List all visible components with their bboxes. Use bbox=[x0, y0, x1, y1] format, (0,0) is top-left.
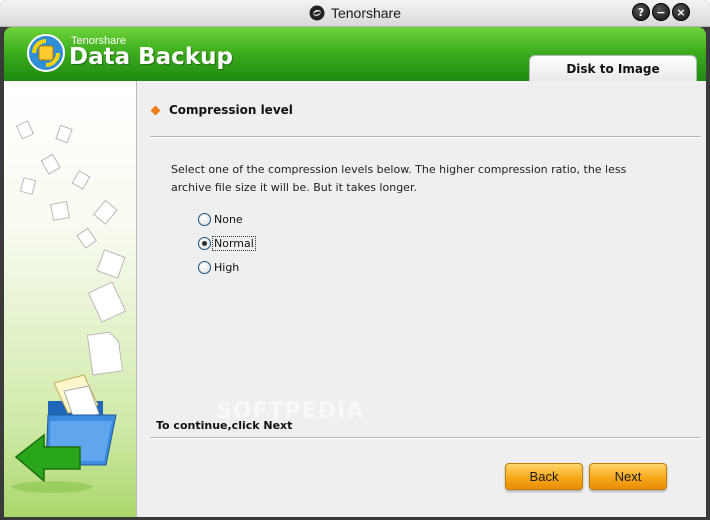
radio-option-normal[interactable]: Normal bbox=[198, 236, 256, 251]
diamond-bullet-icon bbox=[150, 105, 161, 115]
radio-button[interactable] bbox=[198, 261, 211, 274]
minimize-button[interactable]: − bbox=[652, 3, 670, 21]
document-icon bbox=[87, 281, 127, 323]
radio-button[interactable] bbox=[198, 237, 211, 250]
title-bar[interactable]: Tenorshare ? − × bbox=[0, 0, 710, 27]
divider bbox=[150, 437, 701, 439]
tab-disk-to-image[interactable]: Disk to Image bbox=[529, 55, 697, 81]
section-heading: Compression level bbox=[150, 103, 293, 117]
continue-instruction: To continue,click Next bbox=[156, 419, 293, 432]
document-icon bbox=[50, 201, 70, 221]
document-icon bbox=[86, 331, 124, 376]
section-title: Compression level bbox=[169, 103, 293, 117]
document-icon bbox=[71, 170, 91, 190]
document-icon bbox=[19, 177, 37, 195]
document-icon bbox=[93, 199, 118, 225]
radio-label[interactable]: None bbox=[213, 213, 244, 226]
radio-label[interactable]: Normal bbox=[212, 236, 256, 251]
document-icon bbox=[96, 249, 126, 279]
tenorshare-logo-icon bbox=[309, 5, 325, 21]
close-button[interactable]: × bbox=[672, 3, 690, 21]
app-window: Tenorshare ? − × Tenorshare Data Backup … bbox=[0, 0, 710, 520]
section-description: Select one of the compression levels bel… bbox=[171, 163, 627, 194]
radio-button[interactable] bbox=[198, 213, 211, 226]
help-button[interactable]: ? bbox=[632, 3, 650, 21]
document-icon bbox=[15, 120, 35, 140]
brand-product: Data Backup bbox=[69, 44, 233, 70]
document-icon bbox=[40, 153, 61, 175]
data-backup-logo-icon bbox=[27, 34, 65, 72]
sidebar-illustration bbox=[4, 81, 137, 517]
main-panel: Compression level Select one of the comp… bbox=[138, 81, 706, 517]
document-icon bbox=[76, 227, 98, 249]
radio-option-none[interactable]: None bbox=[198, 213, 244, 226]
back-button[interactable]: Back bbox=[505, 463, 583, 490]
divider bbox=[150, 136, 701, 138]
content-area: Compression level Select one of the comp… bbox=[4, 81, 706, 517]
flying-documents-illustration bbox=[12, 120, 127, 493]
window-title: Tenorshare bbox=[330, 5, 402, 21]
next-button[interactable]: Next bbox=[589, 463, 667, 490]
document-icon bbox=[55, 124, 73, 144]
radio-option-high[interactable]: High bbox=[198, 261, 240, 274]
radio-label[interactable]: High bbox=[213, 261, 240, 274]
